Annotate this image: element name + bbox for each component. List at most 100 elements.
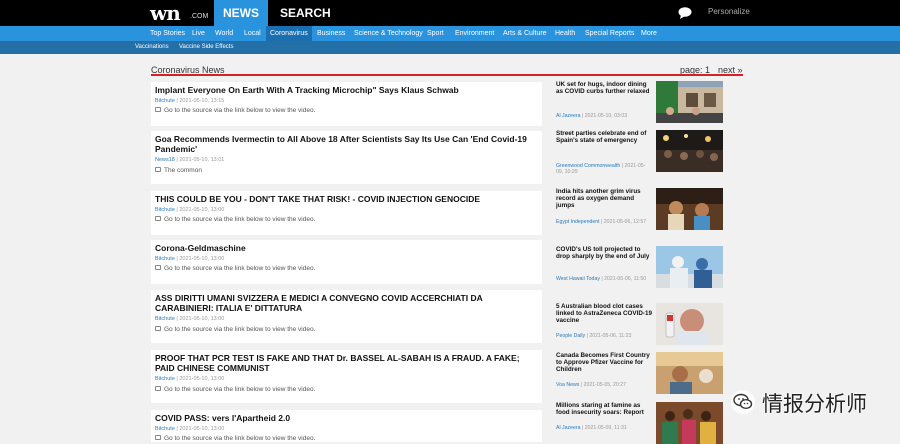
sidebar-story-title[interactable]: Street parties celebrate end of Spain's … [556, 130, 652, 144]
article-card[interactable]: Corona-Geldmaschine Bitchute | 2021-05-1… [151, 240, 542, 284]
section-divider [151, 74, 743, 76]
sidebar-story-meta: Voa News | 2021-05-05, 20:27 [556, 382, 626, 388]
article-source[interactable]: Bitchute [155, 98, 175, 104]
watermark: 情报分析师 [730, 385, 890, 423]
article-meta: Bitchute | 2021-05-10, 13:15 [155, 98, 225, 104]
sidebar-story-title[interactable]: Millions staring at famine as food insec… [556, 402, 652, 416]
article-title[interactable]: PROOF THAT PCR TEST IS FAKE AND THAT Dr.… [155, 353, 535, 373]
nav-item-environment[interactable]: Environment [451, 26, 498, 41]
article-card[interactable]: Goa Recommends Ivermectin to All Above 1… [151, 131, 542, 184]
nav-item-world[interactable]: World [211, 26, 237, 41]
chat-icon[interactable] [678, 6, 694, 20]
sidebar-story-thumbnail[interactable] [656, 246, 723, 288]
sidebar-story-date: 2021-05-06, 12:57 [603, 219, 647, 225]
article-source[interactable]: Bitchute [155, 376, 175, 382]
article-meta: Bitchute | 2021-05-10, 13:00 [155, 256, 225, 262]
nav-item-arts-culture[interactable]: Arts & Culture [499, 26, 551, 41]
sidebar-story-thumbnail[interactable] [656, 303, 723, 345]
nav-item-special-reports[interactable]: Special Reports [581, 26, 638, 41]
sidebar-story-title[interactable]: COVID's US toll projected to drop sharpl… [556, 246, 652, 260]
nav-item-health[interactable]: Health [551, 26, 579, 41]
nav-item-live[interactable]: Live [188, 26, 209, 41]
tab-news[interactable]: NEWS [214, 0, 268, 26]
subnav-item-vaccinations[interactable]: Vaccinations [135, 41, 169, 54]
top-bar: wn .COM NEWS SEARCH Personalize [0, 0, 900, 26]
personalize-link[interactable]: Personalize [708, 0, 750, 24]
article-desc: Go to the source via the link below to v… [155, 215, 315, 223]
article-meta: Bitchute | 2021-05-10, 13:00 [155, 426, 225, 432]
video-icon [155, 385, 161, 391]
sidebar-story-date: 2021-05-09, 11:31 [584, 425, 627, 431]
tab-search[interactable]: SEARCH [280, 0, 331, 26]
sidebar-story-thumbnail[interactable] [656, 81, 723, 123]
sidebar-story-thumbnail[interactable] [656, 130, 723, 172]
article-title[interactable]: COVID PASS: vers l'Apartheid 2.0 [155, 413, 535, 423]
sidebar-story-meta: Al Jazeera | 2021-05-10, 03:03 [556, 113, 628, 119]
sidebar-story-thumbnail[interactable] [656, 352, 723, 394]
sidebar-story-source[interactable]: West Hawaii Today [556, 276, 600, 282]
sidebar-story-date: 2021-05-05, 20:27 [583, 382, 626, 388]
article-desc: Go to the source via the link below to v… [155, 325, 316, 333]
logo-text: wn [150, 1, 181, 25]
article-title[interactable]: Goa Recommends Ivermectin to All Above 1… [155, 134, 535, 154]
sidebar-story-meta: Egypt Independent | 2021-05-06, 12:57 [556, 219, 647, 225]
article-source[interactable]: Bitchute [155, 426, 175, 432]
nav-item-more[interactable]: More [637, 26, 661, 41]
sidebar-story-title[interactable]: 5 Australian blood clot cases linked to … [556, 303, 652, 324]
nav-item-top-stories[interactable]: Top Stories [146, 26, 189, 41]
nav-item-science-technology[interactable]: Science & Technology [350, 26, 427, 41]
watermark-text: 情报分析师 [762, 392, 867, 416]
article-title[interactable]: ASS DIRITTI UMANI SVIZZERA E MEDICI A CO… [155, 293, 535, 313]
nav-item-local[interactable]: Local [240, 26, 265, 41]
article-card[interactable]: THIS COULD BE YOU - DON'T TAKE THAT RISK… [151, 191, 542, 235]
sidebar-story-thumbnail[interactable] [656, 402, 723, 444]
sidebar-story[interactable]: Millions staring at famine as food insec… [554, 402, 723, 444]
sidebar-story[interactable]: UK set for hugs, indoor dining as COVID … [554, 81, 723, 123]
article-card[interactable]: Implant Everyone On Earth With A Trackin… [151, 82, 542, 126]
sidebar-story-date: 2021-05-10, 03:03 [584, 113, 628, 119]
article-desc: Go to the source via the link below to v… [155, 264, 315, 272]
nav-item-coronavirus[interactable]: Coronavirus [266, 26, 312, 41]
article-date: 2021-05-10, 13:00 [179, 426, 225, 432]
sidebar-story-source[interactable]: Egypt Independent [556, 219, 600, 225]
article-source[interactable]: Bitchute [155, 207, 175, 213]
sidebar-story-source[interactable]: Voa News [556, 382, 579, 388]
article-date: 2021-05-10, 13:00 [179, 316, 225, 322]
article-card[interactable]: COVID PASS: vers l'Apartheid 2.0 Bitchut… [151, 410, 542, 442]
article-title[interactable]: Implant Everyone On Earth With A Trackin… [155, 85, 535, 95]
article-date: 2021-05-10, 13:00 [179, 207, 225, 213]
primary-nav: Top Stories Live World Local Coronavirus… [0, 26, 900, 41]
sidebar-story[interactable]: COVID's US toll projected to drop sharpl… [554, 246, 723, 288]
article-source[interactable]: News18 [155, 157, 175, 163]
sidebar-story[interactable]: Street parties celebrate end of Spain's … [554, 130, 723, 175]
article-title[interactable]: Corona-Geldmaschine [155, 243, 535, 253]
sidebar-story-date: 2021-05-06, 11:23 [589, 333, 632, 339]
sidebar-story-source[interactable]: Al Jazeera [556, 113, 581, 119]
article-meta: Bitchute | 2021-05-10, 13:00 [155, 316, 225, 322]
article-desc: The common [155, 166, 202, 174]
sidebar-story-title[interactable]: India hits another grim virus record as … [556, 188, 652, 209]
article-desc-text: Go to the source via the link below to v… [164, 326, 316, 333]
article-source[interactable]: Bitchute [155, 256, 175, 262]
site-logo[interactable]: wn .COM [150, 0, 214, 26]
article-card[interactable]: PROOF THAT PCR TEST IS FAKE AND THAT Dr.… [151, 350, 542, 403]
nav-item-business[interactable]: Business [313, 26, 349, 41]
sidebar-story-title[interactable]: UK set for hugs, indoor dining as COVID … [556, 81, 652, 95]
sidebar-story-thumbnail[interactable] [656, 188, 723, 230]
sidebar-story-source[interactable]: Al Jazeera [556, 425, 581, 431]
article-meta: News18 | 2021-05-10, 13:01 [155, 157, 225, 163]
sidebar-story-source[interactable]: People Daily [556, 333, 585, 339]
sidebar-story[interactable]: India hits another grim virus record as … [554, 188, 723, 230]
sidebar-story[interactable]: 5 Australian blood clot cases linked to … [554, 303, 723, 345]
sidebar-story-title[interactable]: Canada Becomes First Country to Approve … [556, 352, 652, 373]
wechat-logo-icon [731, 390, 755, 414]
sidebar-story[interactable]: Canada Becomes First Country to Approve … [554, 352, 723, 394]
nav-item-sport[interactable]: Sport [423, 26, 448, 41]
article-card[interactable]: ASS DIRITTI UMANI SVIZZERA E MEDICI A CO… [151, 290, 542, 343]
video-icon [155, 325, 161, 331]
article-source[interactable]: Bitchute [155, 316, 175, 322]
article-desc-text: Go to the source via the link below to v… [164, 386, 316, 393]
subnav-item-vaccine-side-effects[interactable]: Vaccine Side Effects [179, 41, 233, 54]
article-desc: Go to the source via the link below to v… [155, 434, 315, 442]
article-title[interactable]: THIS COULD BE YOU - DON'T TAKE THAT RISK… [155, 194, 535, 204]
